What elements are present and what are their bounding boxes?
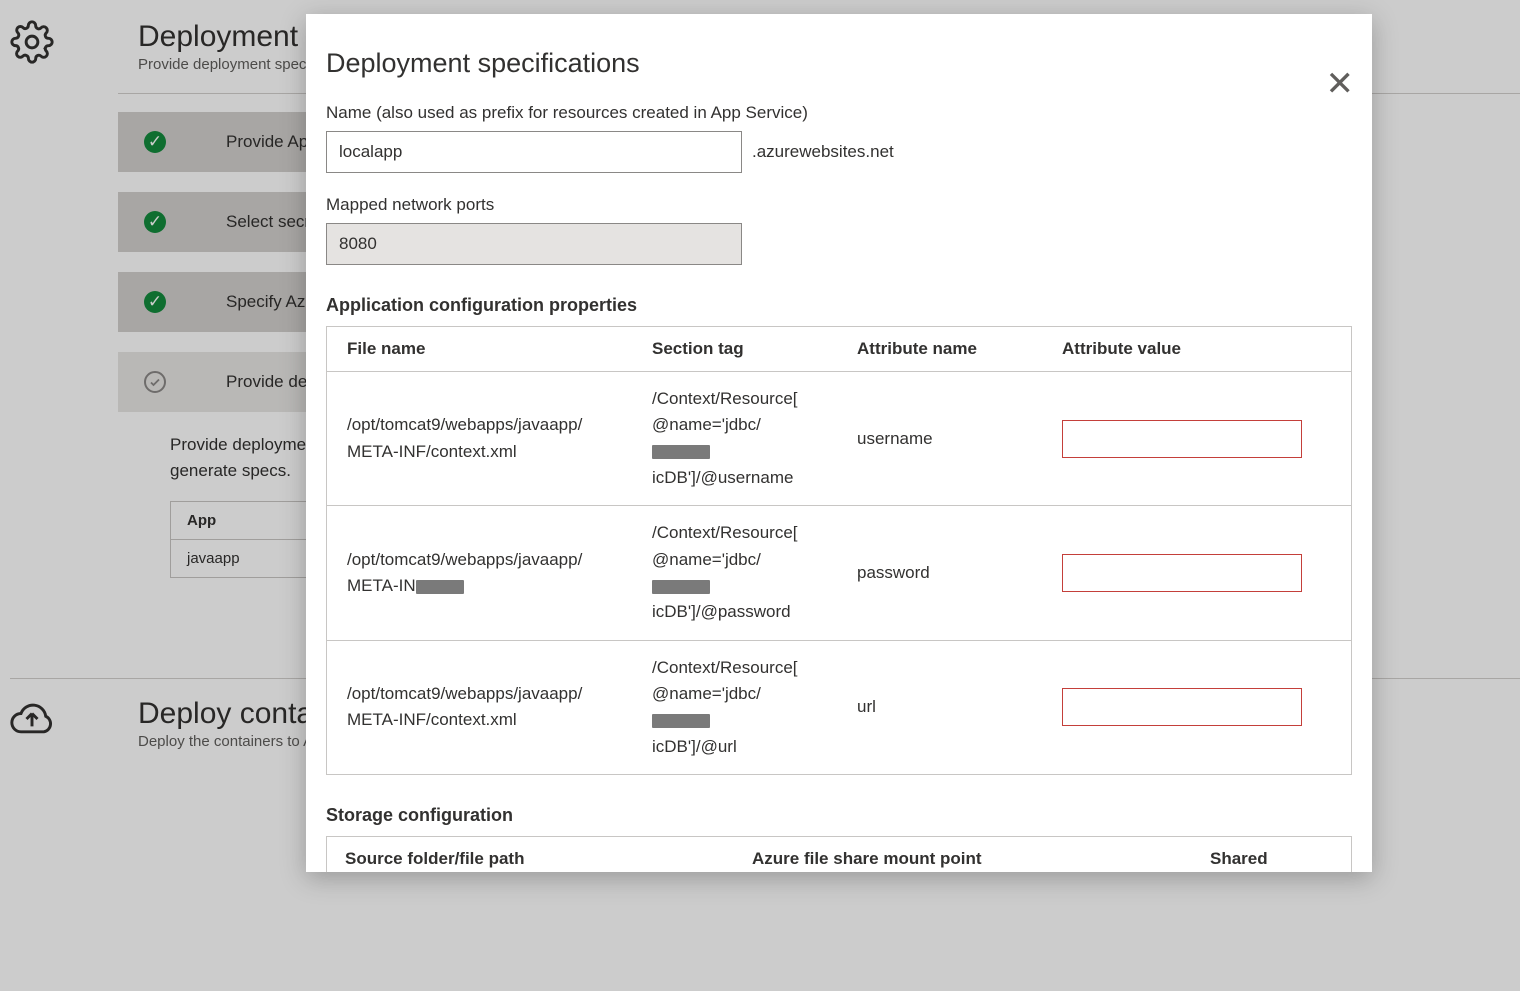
- redacted-text: [416, 580, 464, 594]
- col-attr: Attribute name: [837, 327, 1042, 371]
- cell-tag: /Context/Resource[@name='jdbc/icDB']/@pa…: [632, 506, 837, 639]
- cell-val: [1042, 674, 1351, 740]
- storage-table: Source folder/file path Azure file share…: [326, 836, 1352, 872]
- cell-tag: /Context/Resource[@name='jdbc/icDB']/@ur…: [632, 641, 837, 774]
- appconfig-header: File name Section tag Attribute name Att…: [327, 327, 1351, 372]
- deployment-spec-panel: ✕ Deployment specifications Name (also u…: [306, 14, 1372, 872]
- appconfig-title: Application configuration properties: [326, 295, 1352, 326]
- appconfig-table: File name Section tag Attribute name Att…: [326, 326, 1352, 775]
- storage-header: Source folder/file path Azure file share…: [327, 837, 1351, 872]
- cell-tag: /Context/Resource[@name='jdbc/icDB']/@us…: [632, 372, 837, 505]
- redacted-text: [652, 445, 710, 459]
- col-shared: Shared: [1192, 837, 1351, 872]
- panel-title: Deployment specifications: [326, 48, 1352, 79]
- ports-input: [326, 223, 742, 265]
- appconfig-row: /opt/tomcat9/webapps/javaapp/META-INF/co…: [327, 641, 1351, 774]
- storage-title: Storage configuration: [326, 805, 1352, 836]
- attr-value-input[interactable]: [1062, 420, 1302, 458]
- cell-attr: url: [837, 680, 1042, 734]
- cell-file: /opt/tomcat9/webapps/javaapp/META-INF/co…: [327, 667, 632, 748]
- cell-attr: username: [837, 412, 1042, 466]
- cell-attr: password: [837, 546, 1042, 600]
- redacted-text: [652, 714, 710, 728]
- col-src: Source folder/file path: [327, 837, 734, 872]
- cell-val: [1042, 406, 1351, 472]
- name-label: Name (also used as prefix for resources …: [326, 103, 1352, 123]
- appconfig-row: /opt/tomcat9/webapps/javaapp/META-IN /Co…: [327, 506, 1351, 640]
- redacted-text: [652, 580, 710, 594]
- col-tag: Section tag: [632, 327, 837, 371]
- attr-value-input[interactable]: [1062, 554, 1302, 592]
- close-icon: ✕: [1326, 65, 1355, 103]
- cell-file: /opt/tomcat9/webapps/javaapp/META-INF/co…: [327, 398, 632, 479]
- col-val: Attribute value: [1042, 327, 1351, 371]
- close-button[interactable]: ✕: [1326, 64, 1355, 104]
- name-input[interactable]: [326, 131, 742, 173]
- attr-value-input[interactable]: [1062, 688, 1302, 726]
- ports-label: Mapped network ports: [326, 195, 1352, 215]
- col-mnt: Azure file share mount point: [734, 837, 1192, 872]
- cell-val: [1042, 540, 1351, 606]
- cell-file: /opt/tomcat9/webapps/javaapp/META-IN: [327, 533, 632, 614]
- col-file: File name: [327, 327, 632, 371]
- domain-suffix: .azurewebsites.net: [752, 142, 894, 162]
- appconfig-row: /opt/tomcat9/webapps/javaapp/META-INF/co…: [327, 372, 1351, 506]
